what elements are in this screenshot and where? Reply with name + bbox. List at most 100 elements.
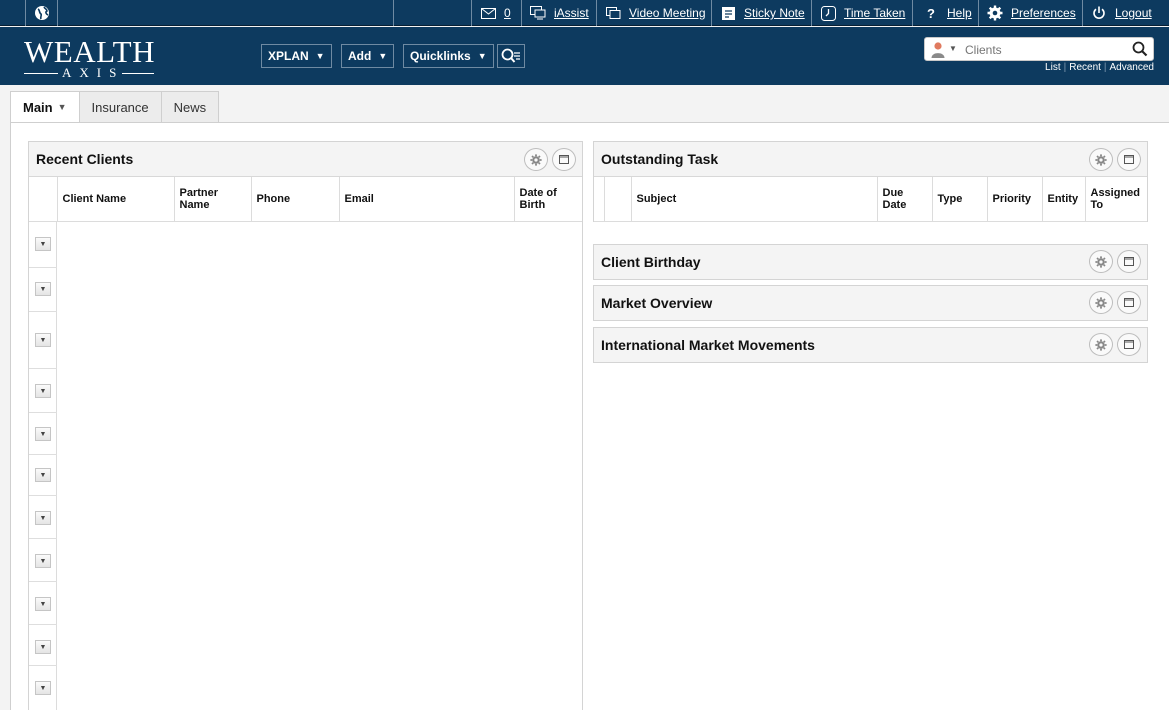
time-taken-link[interactable]: Time Taken [844, 6, 905, 20]
row-expand-button[interactable]: ▼ [35, 640, 51, 654]
tab-main[interactable]: Main ▼ [10, 91, 80, 123]
preferences-link[interactable]: Preferences [1011, 6, 1076, 20]
panel-settings-button[interactable] [1089, 148, 1113, 171]
messages-count-link[interactable]: 0 [504, 6, 511, 20]
power-icon [1091, 5, 1107, 21]
window-icon [1124, 340, 1134, 349]
column-header[interactable]: Date of Birth [514, 177, 582, 222]
add-menu-button[interactable]: Add ▼ [341, 44, 395, 68]
clock-icon [820, 5, 836, 21]
row-controls: ▼ ▼ ▼ ▼ ▼ ▼ ▼ ▼ ▼ ▼ ▼ [29, 222, 57, 710]
row-expand-button[interactable]: ▼ [35, 384, 51, 398]
panel-minimize-button[interactable] [552, 148, 576, 171]
video-icon [605, 5, 621, 21]
time-taken-item[interactable]: Time Taken [811, 0, 912, 26]
gear-icon [1095, 296, 1107, 309]
panel-settings-button[interactable] [524, 148, 548, 171]
row-divider [29, 581, 57, 582]
search-type-dropdown-icon[interactable]: ▼ [949, 44, 957, 53]
panel-minimize-button[interactable] [1117, 250, 1141, 273]
column-header[interactable]: Type [932, 177, 988, 222]
column-header[interactable]: Client Name [57, 177, 175, 222]
xplan-menu-label: XPLAN [268, 49, 309, 63]
chevron-down-icon: ▼ [378, 51, 388, 61]
row-control-column [594, 177, 605, 222]
client-search-box: ▼ [924, 37, 1154, 61]
panel-settings-button[interactable] [1089, 250, 1113, 273]
row-expand-button[interactable]: ▼ [35, 597, 51, 611]
iassist-link[interactable]: iAssist [554, 6, 589, 20]
top-utility-bar: 0 iAssist Video Meeting Sticky Note Time… [0, 0, 1169, 26]
dashboard-area: Recent Clients Client Name Partner Name … [10, 122, 1169, 710]
gear-icon [1095, 255, 1107, 268]
column-header[interactable]: Priority [987, 177, 1043, 222]
wealth-axis-logo[interactable]: WEALTH AXIS [24, 35, 164, 80]
search-links: List | Recent | Advanced [1045, 62, 1154, 73]
panel-settings-button[interactable] [1089, 333, 1113, 356]
gear-icon [1095, 153, 1107, 166]
panel-minimize-button[interactable] [1117, 148, 1141, 171]
quicklinks-menu-button[interactable]: Quicklinks ▼ [403, 44, 494, 68]
iassist-item[interactable]: iAssist [521, 0, 596, 26]
iassist-icon [530, 5, 546, 21]
client-search-input[interactable] [965, 40, 1125, 59]
chevron-down-icon: ▼ [315, 51, 325, 61]
sticky-note-item[interactable]: Sticky Note [711, 0, 811, 26]
outstanding-task-title: Outstanding Task [601, 151, 719, 167]
column-header[interactable]: Email [339, 177, 515, 222]
logout-link[interactable]: Logout [1115, 6, 1152, 20]
row-expand-button[interactable]: ▼ [35, 511, 51, 525]
search-list-link[interactable]: List [1045, 62, 1061, 73]
client-birthday-title: Client Birthday [601, 254, 701, 270]
column-header[interactable]: Due Date [877, 177, 933, 222]
tab-insurance[interactable]: Insurance [79, 91, 162, 123]
market-overview-title: Market Overview [601, 295, 713, 311]
panel-minimize-button[interactable] [1117, 291, 1141, 314]
search-icon[interactable] [1132, 41, 1148, 57]
video-meeting-item[interactable]: Video Meeting [596, 0, 711, 26]
column-header[interactable]: Assigned To [1085, 177, 1147, 222]
topbar-blank-1 [57, 0, 393, 26]
row-expand-button[interactable]: ▼ [35, 468, 51, 482]
topbar-blank-2 [393, 0, 471, 26]
column-header[interactable]: Subject [631, 177, 878, 222]
row-divider [29, 624, 57, 625]
gear-icon [1095, 338, 1107, 351]
messages-item[interactable]: 0 [471, 0, 521, 26]
column-header[interactable]: Entity [1042, 177, 1086, 222]
recent-clients-header-row: Client Name Partner Name Phone Email Dat… [29, 177, 582, 222]
search-recent-link[interactable]: Recent [1069, 62, 1101, 73]
international-market-movements-panel: International Market Movements [593, 327, 1148, 363]
help-item[interactable]: ? Help [912, 0, 978, 26]
sticky-note-link[interactable]: Sticky Note [744, 6, 805, 20]
panel-settings-button[interactable] [1089, 291, 1113, 314]
globe-button[interactable] [25, 0, 57, 26]
person-icon[interactable] [931, 41, 945, 58]
row-expand-button[interactable]: ▼ [35, 681, 51, 695]
column-header[interactable]: Phone [251, 177, 340, 222]
preferences-item[interactable]: Preferences [978, 0, 1082, 26]
outstanding-task-header-row: Subject Due Date Type Priority Entity As… [594, 177, 1147, 222]
help-link[interactable]: Help [947, 6, 972, 20]
row-expand-button[interactable]: ▼ [35, 427, 51, 441]
row-expand-button[interactable]: ▼ [35, 333, 51, 347]
quicklinks-menu-label: Quicklinks [410, 49, 471, 63]
chevron-down-icon[interactable]: ▼ [58, 102, 67, 112]
search-list-button[interactable] [497, 44, 525, 68]
search-advanced-link[interactable]: Advanced [1110, 62, 1154, 73]
logo-rule-left [24, 73, 58, 74]
column-header[interactable]: Partner Name [174, 177, 252, 222]
video-meeting-link[interactable]: Video Meeting [629, 6, 706, 20]
row-expand-button[interactable]: ▼ [35, 237, 51, 251]
logout-item[interactable]: Logout [1082, 0, 1169, 26]
logo-rule-right [122, 73, 154, 74]
tab-news[interactable]: News [161, 91, 220, 123]
recent-clients-header: Recent Clients [29, 142, 582, 177]
row-divider [29, 495, 57, 496]
xplan-menu-button[interactable]: XPLAN ▼ [261, 44, 332, 68]
tab-news-label: News [173, 99, 207, 115]
row-expand-button[interactable]: ▼ [35, 554, 51, 568]
row-expand-button[interactable]: ▼ [35, 282, 51, 296]
panel-minimize-button[interactable] [1117, 333, 1141, 356]
chevron-down-icon: ▼ [477, 51, 487, 61]
